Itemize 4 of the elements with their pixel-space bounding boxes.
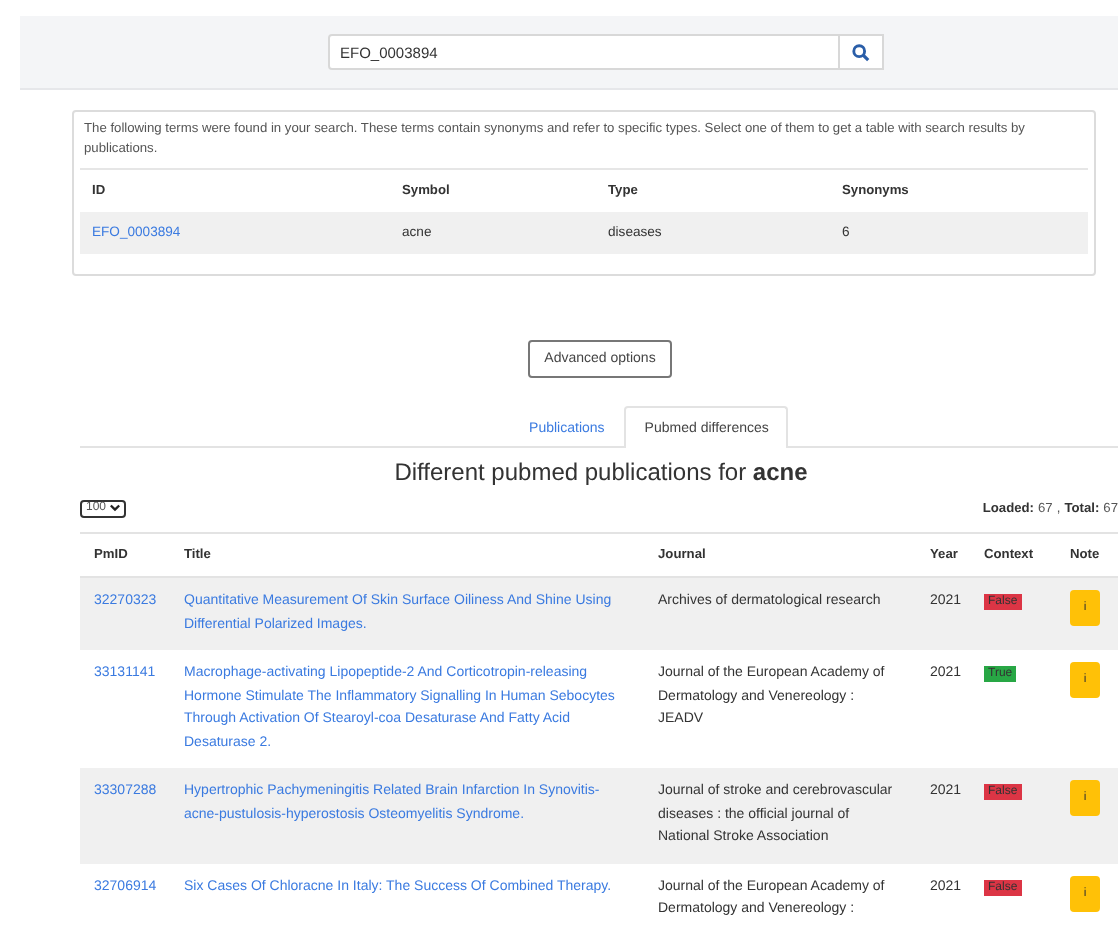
search-button[interactable] (840, 34, 884, 70)
results-heading: Different pubmed publications for acne (392, 458, 810, 486)
caret-icon (110, 504, 121, 512)
search-icon (852, 43, 870, 61)
